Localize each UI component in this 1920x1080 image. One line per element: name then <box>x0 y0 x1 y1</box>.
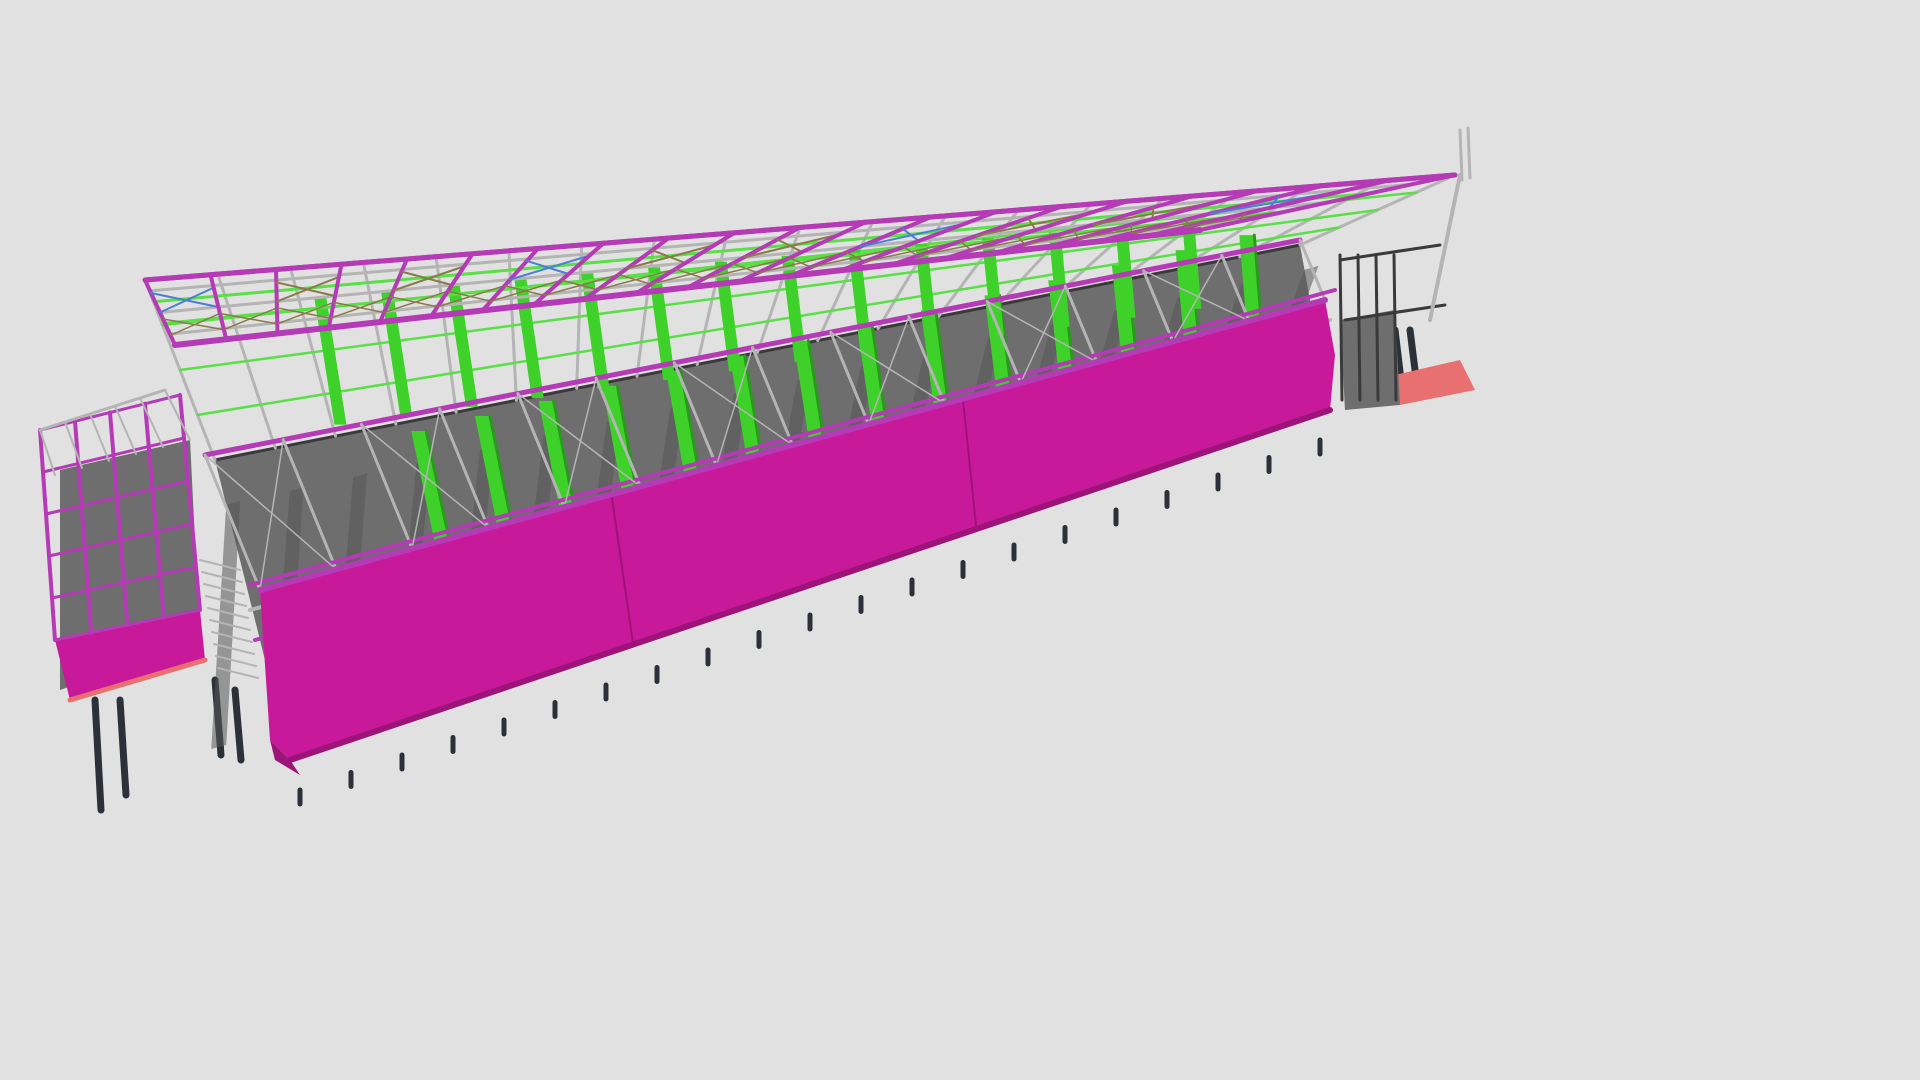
pile <box>231 686 245 764</box>
steel-structure-model[interactable] <box>0 0 1920 1080</box>
annex-roof-member <box>114 405 137 455</box>
end-frame-post <box>1428 173 1462 322</box>
right-platform <box>1395 360 1475 405</box>
right-annex-post <box>1356 253 1362 402</box>
right-annex-post <box>1338 253 1344 402</box>
right-annex-beam <box>1338 243 1442 262</box>
pile <box>91 696 105 814</box>
right-annex-structure <box>1338 126 1475 410</box>
right-annex-post <box>1374 253 1380 402</box>
right-annex-post <box>1392 253 1398 402</box>
3d-model-viewport[interactable] <box>0 0 1920 1080</box>
ladder <box>1466 126 1472 180</box>
annex-roof-member <box>164 389 191 441</box>
right-annex-floor <box>1340 310 1400 410</box>
annex-roof-member <box>139 397 164 448</box>
annex-roof-member <box>89 413 110 462</box>
annex-post <box>38 428 57 642</box>
ladder <box>1458 128 1464 182</box>
pile <box>116 696 130 799</box>
annex-roof-member <box>64 421 83 469</box>
